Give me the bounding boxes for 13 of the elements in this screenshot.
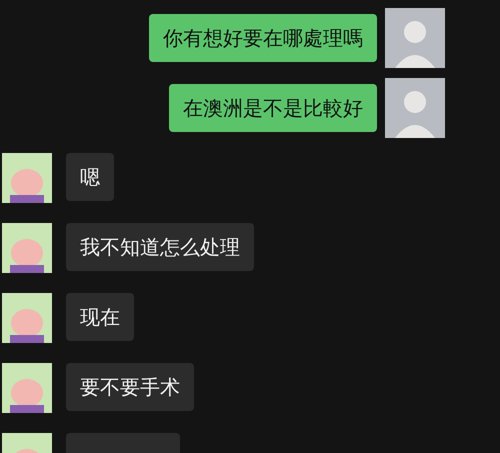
avatar bbox=[2, 293, 52, 343]
avatar bbox=[385, 78, 445, 138]
message-bubble: 要不要手术 bbox=[66, 363, 194, 411]
avatar bbox=[385, 8, 445, 68]
avatar bbox=[2, 153, 52, 203]
message-bubble: 现在 bbox=[66, 293, 134, 341]
message-bubble: 我不知道怎么处理 bbox=[66, 223, 254, 271]
message-bubble: 嗯 bbox=[66, 153, 114, 201]
message-bubble: 在澳洲是不是比較好 bbox=[169, 84, 377, 132]
message-bubble: 你有想好要在哪處理嗎 bbox=[149, 14, 377, 62]
avatar bbox=[2, 223, 52, 273]
avatar bbox=[2, 363, 52, 413]
avatar bbox=[2, 433, 52, 453]
